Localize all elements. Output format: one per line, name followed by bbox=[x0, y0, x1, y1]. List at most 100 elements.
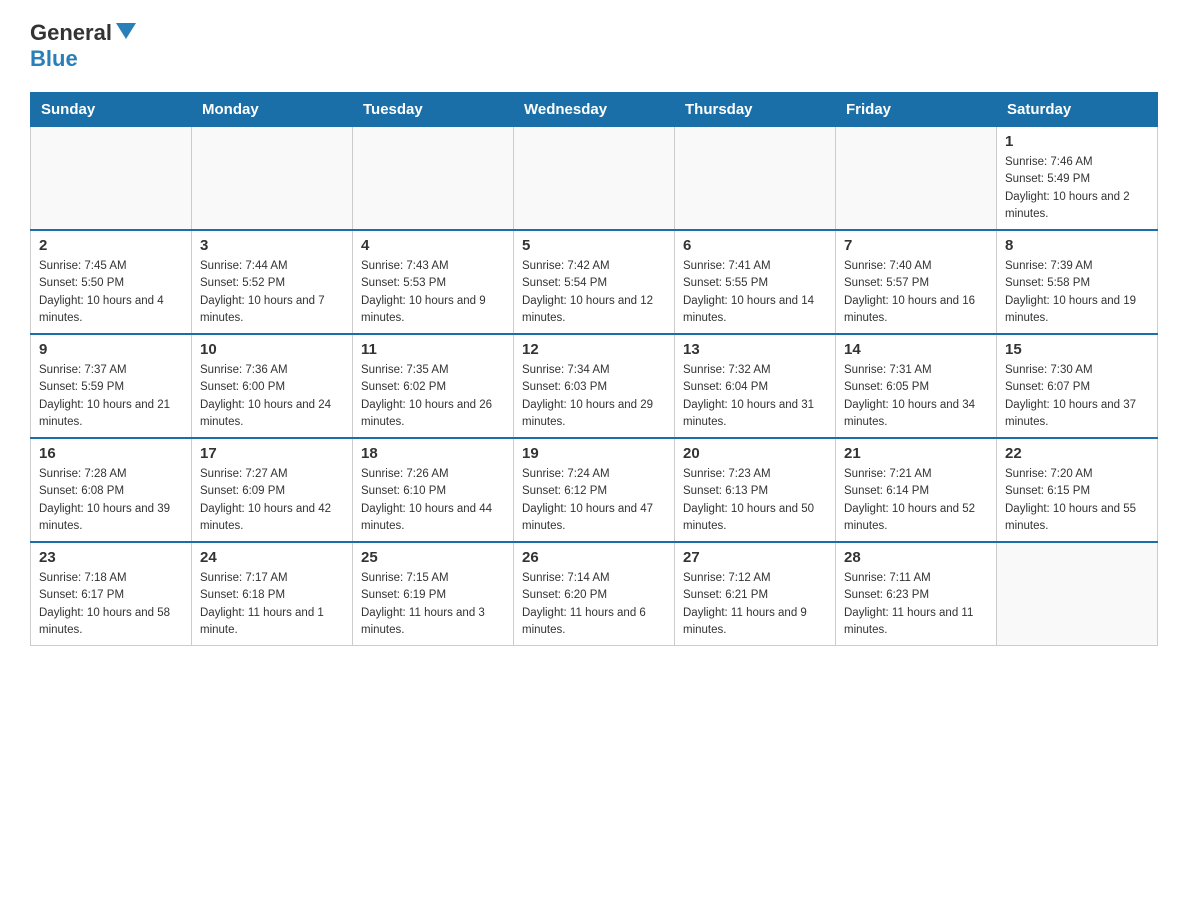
day-info: Sunrise: 7:14 AMSunset: 6:20 PMDaylight:… bbox=[522, 570, 666, 639]
day-info: Sunrise: 7:36 AMSunset: 6:00 PMDaylight:… bbox=[200, 362, 344, 431]
day-info: Sunrise: 7:44 AMSunset: 5:52 PMDaylight:… bbox=[200, 258, 344, 327]
day-number: 12 bbox=[522, 341, 666, 358]
day-number: 26 bbox=[522, 549, 666, 566]
day-info: Sunrise: 7:35 AMSunset: 6:02 PMDaylight:… bbox=[361, 362, 505, 431]
day-number: 27 bbox=[683, 549, 827, 566]
calendar-cell: 11 Sunrise: 7:35 AMSunset: 6:02 PMDayligh… bbox=[353, 334, 514, 438]
calendar-cell: 14Sunrise: 7:31 AMSunset: 6:05 PMDayligh… bbox=[836, 334, 997, 438]
calendar-cell: 9 Sunrise: 7:37 AMSunset: 5:59 PMDaylight… bbox=[31, 334, 192, 438]
day-info: Sunrise: 7:27 AMSunset: 6:09 PMDaylight:… bbox=[200, 466, 344, 535]
day-number: 28 bbox=[844, 549, 988, 566]
calendar-cell: 28Sunrise: 7:11 AMSunset: 6:23 PMDayligh… bbox=[836, 542, 997, 646]
day-number: 6 bbox=[683, 237, 827, 254]
calendar-week-row: 9 Sunrise: 7:37 AMSunset: 5:59 PMDaylight… bbox=[31, 334, 1158, 438]
calendar-cell: 25 Sunrise: 7:15 AMSunset: 6:19 PMDayligh… bbox=[353, 542, 514, 646]
day-number: 20 bbox=[683, 445, 827, 462]
calendar-week-row: 16 Sunrise: 7:28 AMSunset: 6:08 PMDayligh… bbox=[31, 438, 1158, 542]
day-number: 22 bbox=[1005, 445, 1149, 462]
weekday-header-saturday: Saturday bbox=[997, 93, 1158, 127]
calendar-cell: 5Sunrise: 7:42 AMSunset: 5:54 PMDaylight… bbox=[514, 230, 675, 334]
calendar-cell: 27 Sunrise: 7:12 AMSunset: 6:21 PMDayligh… bbox=[675, 542, 836, 646]
day-info: Sunrise: 7:34 AMSunset: 6:03 PMDaylight:… bbox=[522, 362, 666, 431]
calendar-week-row: 23 Sunrise: 7:18 AMSunset: 6:17 PMDayligh… bbox=[31, 542, 1158, 646]
day-number: 1 bbox=[1005, 133, 1149, 150]
day-info: Sunrise: 7:28 AMSunset: 6:08 PMDaylight:… bbox=[39, 466, 183, 535]
day-number: 13 bbox=[683, 341, 827, 358]
weekday-header-tuesday: Tuesday bbox=[353, 93, 514, 127]
calendar-cell: 7 Sunrise: 7:40 AMSunset: 5:57 PMDaylight… bbox=[836, 230, 997, 334]
calendar-cell bbox=[353, 127, 514, 231]
day-number: 23 bbox=[39, 549, 183, 566]
day-number: 15 bbox=[1005, 341, 1149, 358]
calendar-cell: 13 Sunrise: 7:32 AMSunset: 6:04 PMDayligh… bbox=[675, 334, 836, 438]
day-number: 5 bbox=[522, 237, 666, 254]
day-number: 8 bbox=[1005, 237, 1149, 254]
day-number: 3 bbox=[200, 237, 344, 254]
calendar-cell: 15 Sunrise: 7:30 AMSunset: 6:07 PMDayligh… bbox=[997, 334, 1158, 438]
calendar-cell: 20 Sunrise: 7:23 AMSunset: 6:13 PMDayligh… bbox=[675, 438, 836, 542]
day-number: 25 bbox=[361, 549, 505, 566]
calendar-cell: 2Sunrise: 7:45 AMSunset: 5:50 PMDaylight… bbox=[31, 230, 192, 334]
day-info: Sunrise: 7:12 AMSunset: 6:21 PMDaylight:… bbox=[683, 570, 827, 639]
day-info: Sunrise: 7:26 AMSunset: 6:10 PMDaylight:… bbox=[361, 466, 505, 535]
day-info: Sunrise: 7:21 AMSunset: 6:14 PMDaylight:… bbox=[844, 466, 988, 535]
day-number: 11 bbox=[361, 341, 505, 358]
day-info: Sunrise: 7:40 AMSunset: 5:57 PMDaylight:… bbox=[844, 258, 988, 327]
calendar-cell: 18 Sunrise: 7:26 AMSunset: 6:10 PMDayligh… bbox=[353, 438, 514, 542]
calendar-cell bbox=[192, 127, 353, 231]
logo-blue: Blue bbox=[30, 46, 78, 72]
calendar-week-row: 1 Sunrise: 7:46 AMSunset: 5:49 PMDaylight… bbox=[31, 127, 1158, 231]
day-info: Sunrise: 7:17 AMSunset: 6:18 PMDaylight:… bbox=[200, 570, 344, 639]
day-number: 9 bbox=[39, 341, 183, 358]
day-info: Sunrise: 7:39 AMSunset: 5:58 PMDaylight:… bbox=[1005, 258, 1149, 327]
day-number: 7 bbox=[844, 237, 988, 254]
day-info: Sunrise: 7:43 AMSunset: 5:53 PMDaylight:… bbox=[361, 258, 505, 327]
day-info: Sunrise: 7:45 AMSunset: 5:50 PMDaylight:… bbox=[39, 258, 183, 327]
day-number: 18 bbox=[361, 445, 505, 462]
calendar-cell bbox=[514, 127, 675, 231]
calendar-cell: 19Sunrise: 7:24 AMSunset: 6:12 PMDayligh… bbox=[514, 438, 675, 542]
weekday-header-friday: Friday bbox=[836, 93, 997, 127]
day-number: 10 bbox=[200, 341, 344, 358]
day-number: 4 bbox=[361, 237, 505, 254]
page-header: General Blue bbox=[30, 20, 1158, 72]
calendar-cell: 12 Sunrise: 7:34 AMSunset: 6:03 PMDayligh… bbox=[514, 334, 675, 438]
calendar-cell: 16 Sunrise: 7:28 AMSunset: 6:08 PMDayligh… bbox=[31, 438, 192, 542]
weekday-header-monday: Monday bbox=[192, 93, 353, 127]
logo: General Blue bbox=[30, 20, 136, 72]
day-info: Sunrise: 7:46 AMSunset: 5:49 PMDaylight:… bbox=[1005, 154, 1149, 223]
calendar-cell: 3 Sunrise: 7:44 AMSunset: 5:52 PMDaylight… bbox=[192, 230, 353, 334]
calendar-cell: 23 Sunrise: 7:18 AMSunset: 6:17 PMDayligh… bbox=[31, 542, 192, 646]
day-number: 17 bbox=[200, 445, 344, 462]
calendar-cell: 4 Sunrise: 7:43 AMSunset: 5:53 PMDaylight… bbox=[353, 230, 514, 334]
calendar-table: SundayMondayTuesdayWednesdayThursdayFrid… bbox=[30, 92, 1158, 646]
day-info: Sunrise: 7:41 AMSunset: 5:55 PMDaylight:… bbox=[683, 258, 827, 327]
calendar-week-row: 2Sunrise: 7:45 AMSunset: 5:50 PMDaylight… bbox=[31, 230, 1158, 334]
weekday-header-wednesday: Wednesday bbox=[514, 93, 675, 127]
calendar-cell: 6 Sunrise: 7:41 AMSunset: 5:55 PMDaylight… bbox=[675, 230, 836, 334]
day-info: Sunrise: 7:24 AMSunset: 6:12 PMDaylight:… bbox=[522, 466, 666, 535]
day-info: Sunrise: 7:15 AMSunset: 6:19 PMDaylight:… bbox=[361, 570, 505, 639]
calendar-cell: 21 Sunrise: 7:21 AMSunset: 6:14 PMDayligh… bbox=[836, 438, 997, 542]
calendar-cell: 24 Sunrise: 7:17 AMSunset: 6:18 PMDayligh… bbox=[192, 542, 353, 646]
weekday-header-thursday: Thursday bbox=[675, 93, 836, 127]
day-info: Sunrise: 7:30 AMSunset: 6:07 PMDaylight:… bbox=[1005, 362, 1149, 431]
calendar-cell: 22 Sunrise: 7:20 AMSunset: 6:15 PMDayligh… bbox=[997, 438, 1158, 542]
day-info: Sunrise: 7:23 AMSunset: 6:13 PMDaylight:… bbox=[683, 466, 827, 535]
day-number: 24 bbox=[200, 549, 344, 566]
logo-general: General bbox=[30, 20, 112, 46]
calendar-cell: 26 Sunrise: 7:14 AMSunset: 6:20 PMDayligh… bbox=[514, 542, 675, 646]
day-info: Sunrise: 7:37 AMSunset: 5:59 PMDaylight:… bbox=[39, 362, 183, 431]
day-info: Sunrise: 7:20 AMSunset: 6:15 PMDaylight:… bbox=[1005, 466, 1149, 535]
day-info: Sunrise: 7:18 AMSunset: 6:17 PMDaylight:… bbox=[39, 570, 183, 639]
calendar-cell bbox=[675, 127, 836, 231]
calendar-cell: 17 Sunrise: 7:27 AMSunset: 6:09 PMDayligh… bbox=[192, 438, 353, 542]
day-number: 16 bbox=[39, 445, 183, 462]
calendar-cell bbox=[31, 127, 192, 231]
day-number: 14 bbox=[844, 341, 988, 358]
calendar-cell bbox=[836, 127, 997, 231]
logo-triangle-icon bbox=[116, 23, 136, 39]
calendar-cell: 8 Sunrise: 7:39 AMSunset: 5:58 PMDaylight… bbox=[997, 230, 1158, 334]
day-number: 21 bbox=[844, 445, 988, 462]
day-info: Sunrise: 7:32 AMSunset: 6:04 PMDaylight:… bbox=[683, 362, 827, 431]
